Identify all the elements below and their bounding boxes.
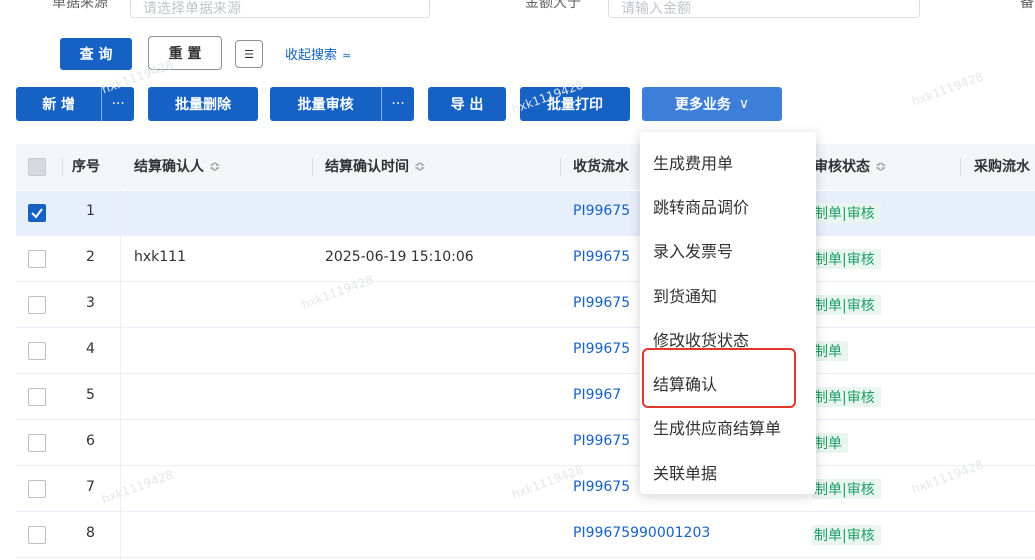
settlement-time: 2025-06-19 15:10:06 [325,249,474,265]
col-header-confirmer[interactable]: 结算确认人 ≎ [134,144,221,190]
batch-review-button[interactable]: 批量审核 [270,87,381,121]
column-settings-button[interactable]: ☰ [235,40,263,68]
table-row[interactable] [16,329,1035,374]
row-index: 1 [86,203,95,219]
add-button[interactable]: 新 增 [16,87,101,121]
status-badge: 制单 [812,341,848,361]
receipt-link[interactable]: PI99675 [573,295,630,311]
row-index: 7 [86,479,95,495]
table-row[interactable] [16,283,1035,328]
row-checkbox[interactable] [28,296,46,314]
status-badge: 制单|审核 [812,295,881,315]
receipt-link[interactable]: PI99675 [573,341,630,357]
highlight-box [642,348,796,408]
receipt-link[interactable]: PI99675 [573,479,630,495]
filter-list-icon: ☰ [244,47,254,61]
row-index: 8 [86,525,95,541]
row-index: 5 [86,387,95,403]
export-button[interactable]: 导 出 [428,87,506,121]
check-icon [31,208,43,219]
receipt-link[interactable]: PI99675990001203 [573,525,710,541]
row-checkbox[interactable] [28,434,46,452]
menu-item-invoice-number[interactable]: 录入发票号 [653,238,733,262]
row-checkbox[interactable] [28,526,46,544]
table-row[interactable] [16,375,1035,420]
row-index: 3 [86,295,95,311]
menu-item-arrival-notice[interactable]: 到货通知 [653,283,717,307]
row-index: 6 [86,433,95,449]
sort-icon: ≎ [413,159,426,175]
amount-label: 金额大于 [525,0,581,11]
row-index: 2 [86,249,95,265]
settlement-confirmer: hxk111 [134,249,186,265]
header-divider [960,158,961,176]
table-row[interactable] [16,191,1035,236]
header-divider [560,158,561,176]
status-badge: 制单 [812,433,848,453]
chevron-double-up-icon: ≈ [342,49,352,62]
chevron-down-icon: ∨ [738,96,750,112]
col-header-time[interactable]: 结算确认时间 ≎ [325,144,426,190]
collapse-search-label: 收起搜索 [285,48,338,63]
row-checkbox[interactable] [28,480,46,498]
watermark: hxk1119428 [909,69,986,109]
more-business-button[interactable]: 更多业务 ∨ [642,87,782,121]
receipt-link[interactable]: PI9967 [573,387,621,403]
col-header-status[interactable]: 审核状态 ≎ [814,144,887,190]
header-divider [62,158,63,176]
row-checkbox[interactable] [28,204,46,222]
receipt-link[interactable]: PI99675 [573,433,630,449]
row-index: 4 [86,341,95,357]
row-checkbox[interactable] [28,250,46,268]
menu-item-supplier-settlement[interactable]: 生成供应商结算单 [653,415,781,439]
status-badge: 制单|审核 [812,249,881,269]
sort-icon: ≎ [208,159,221,175]
receipt-link[interactable]: PI99675 [573,249,630,265]
row-checkbox[interactable] [28,388,46,406]
extra-label: 备 [1020,0,1034,11]
column-divider [120,190,121,560]
batch-review-group[interactable]: 批量审核 ··· [270,87,414,121]
source-select[interactable]: 请选择单据来源 [130,0,430,18]
status-badge: 制单|审核 [812,203,881,223]
batch-review-more-button[interactable]: ··· [381,87,414,121]
more-business-dropdown [640,132,816,494]
status-badge: 制单|审核 [812,525,881,545]
receipt-link[interactable]: PI99675 [573,203,630,219]
status-badge: 制单|审核 [812,387,881,407]
more-business-label: 更多业务 [674,97,731,113]
source-label: 单据来源 [52,0,108,11]
row-checkbox[interactable] [28,342,46,360]
query-button[interactable]: 查 询 [60,38,132,70]
amount-input[interactable]: 请输入金额 [608,0,920,18]
menu-item-generate-expense[interactable]: 生成费用单 [653,150,733,174]
col-header-purchase: 采购流水 [974,159,1030,175]
menu-item-price-adjust[interactable]: 跳转商品调价 [653,194,749,218]
status-badge: 制单|审核 [812,479,881,499]
batch-delete-button[interactable]: 批量删除 [148,87,258,121]
collapse-search-link[interactable]: 收起搜索 ≈ [285,44,351,63]
select-all-checkbox[interactable] [28,158,46,176]
table-row[interactable] [16,513,1035,558]
sort-icon: ≎ [874,159,887,175]
table-row[interactable] [16,421,1035,466]
menu-item-related-docs[interactable]: 关联单据 [653,460,717,484]
col-header-receipt: 收货流水 [573,159,629,175]
header-divider [312,158,313,176]
col-header-index: 序号 [72,159,100,175]
